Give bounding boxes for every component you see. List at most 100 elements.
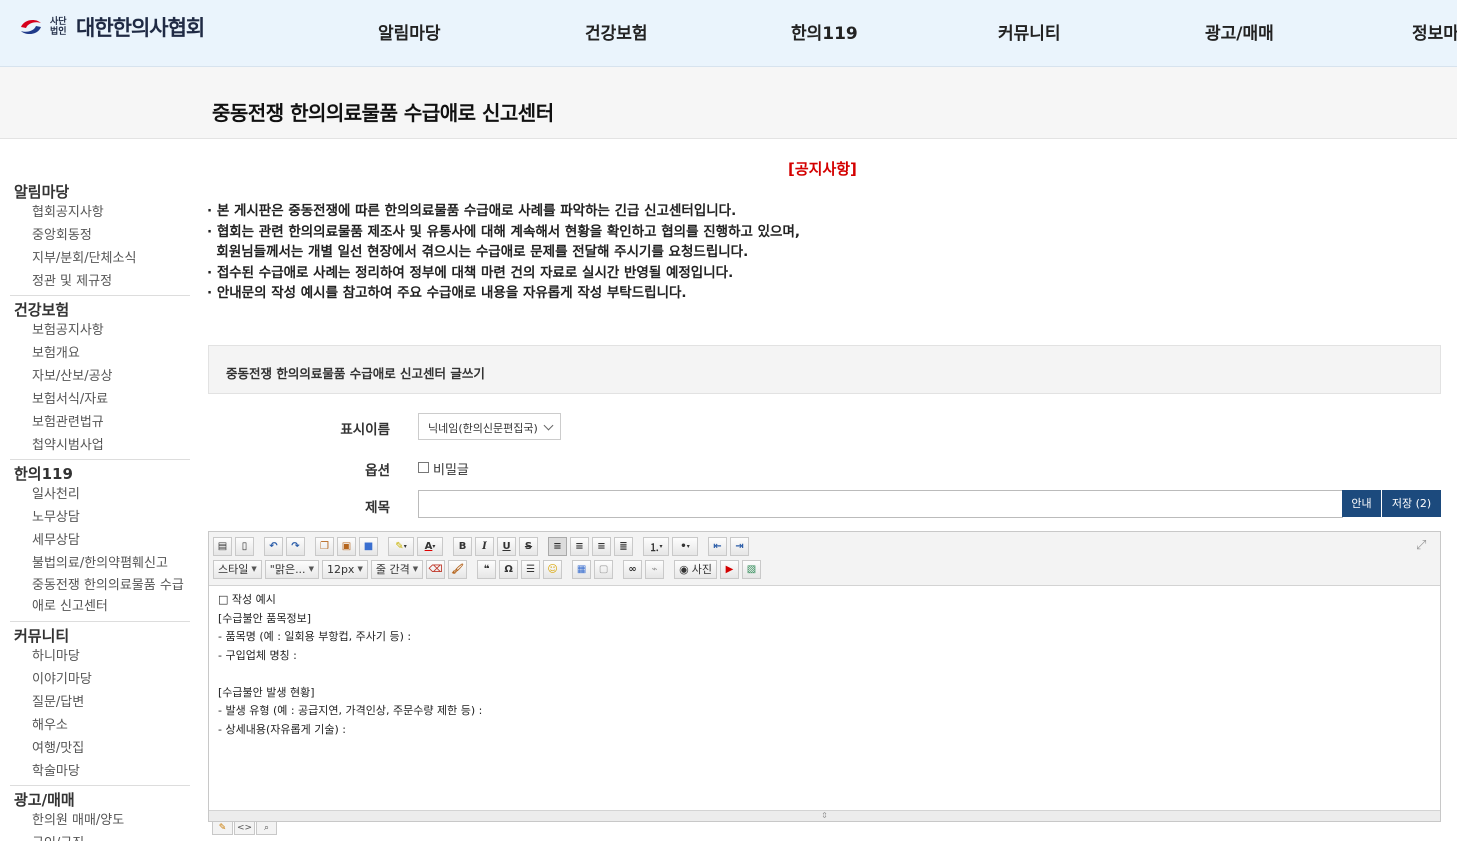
- nav-item-community[interactable]: 커뮤니티: [998, 19, 1061, 44]
- table-icon[interactable]: ▦: [572, 559, 592, 579]
- secret-checkbox[interactable]: [418, 462, 429, 473]
- sidebar-item[interactable]: 여행/맛집: [10, 737, 190, 760]
- sidebar-item[interactable]: 노무상담: [10, 506, 190, 529]
- paste-icon[interactable]: ▣: [337, 536, 356, 556]
- association-logo[interactable]: 사단법인 대한한의사협회: [18, 12, 205, 42]
- format-painter-icon[interactable]: 🖌: [448, 559, 468, 579]
- sidebar-item[interactable]: 보험관련법규: [10, 411, 190, 434]
- copy-icon[interactable]: ❐: [315, 536, 334, 556]
- fullscreen-expand-icon[interactable]: ⤢: [1416, 538, 1430, 553]
- preview-mode-icon[interactable]: ⌕: [256, 821, 277, 835]
- notice-line: · 본 게시판은 중동전쟁에 따른 한의의료물품 수급애로 사례를 파악하는 긴…: [207, 203, 737, 219]
- editor-content[interactable]: □ 작성 예시 [수급불안 품목정보] - 품목명 (예 : 일회용 부항컵, …: [218, 591, 482, 739]
- emoticon-icon[interactable]: ☺: [543, 559, 563, 579]
- blockquote-icon[interactable]: ❝: [477, 559, 497, 579]
- content-line: [218, 665, 482, 684]
- sidebar-group-title[interactable]: 커뮤니티: [10, 622, 190, 645]
- sidebar-item[interactable]: 지부/분회/단체소식: [10, 247, 190, 270]
- sidebar-item[interactable]: 불법의료/한의약폄훼신고: [10, 552, 190, 575]
- strikethrough-icon[interactable]: S: [519, 536, 538, 556]
- secret-checkbox-label[interactable]: 비밀글: [433, 459, 469, 478]
- line-height-dropdown[interactable]: 줄 간격 ▼: [370, 559, 424, 579]
- edit-mode-icon[interactable]: ✎: [212, 821, 233, 835]
- photo-button[interactable]: ◉ 사진: [674, 559, 717, 579]
- unlink-icon[interactable]: ⌁: [645, 559, 665, 579]
- sidebar-group-title[interactable]: 광고/매매: [10, 786, 190, 809]
- print-icon[interactable]: ▤: [213, 536, 232, 556]
- style-dropdown[interactable]: 스타일 ▼: [213, 559, 262, 579]
- sidebar-item[interactable]: 하니마당: [10, 645, 190, 668]
- guide-button[interactable]: 안내: [1342, 490, 1381, 517]
- special-char-icon[interactable]: Ω: [499, 559, 519, 579]
- sidebar-group-title[interactable]: 건강보험: [10, 296, 190, 319]
- subject-input[interactable]: [418, 490, 1343, 518]
- sidebar-item-active[interactable]: 중동전쟁 한의의료물품 수급애로 신고센터: [10, 575, 190, 619]
- sidebar-item[interactable]: 학술마당: [10, 760, 190, 783]
- select-all-icon[interactable]: ■: [359, 536, 378, 556]
- highlight-color-icon[interactable]: ✎ ▾: [388, 536, 414, 556]
- align-center-icon[interactable]: ≡: [570, 536, 589, 556]
- sidebar-item[interactable]: 협회공지사항: [10, 201, 190, 224]
- font-family-dropdown[interactable]: "맑은... ▼: [264, 559, 319, 579]
- sidebar-item[interactable]: 해우소: [10, 714, 190, 737]
- align-left-icon[interactable]: ≡: [548, 536, 567, 556]
- sidebar-item[interactable]: 보험서식/자료: [10, 388, 190, 411]
- page-title: 중동전쟁 한의의료물품 수급애로 신고센터: [212, 101, 554, 125]
- content-line: - 구입업체 명칭 :: [218, 648, 297, 662]
- write-form-header: 중동전쟁 한의의료물품 수급애로 신고센터 글쓰기: [208, 345, 1441, 394]
- sidebar-group-community: 커뮤니티 하니마당 이야기마당 질문/답변 해우소 여행/맛집 학술마당: [10, 622, 190, 786]
- sidebar-group-title[interactable]: 한의119: [10, 460, 190, 483]
- notice-line: · 안내문의 작성 예시를 참고하여 주요 수급애로 내용을 자유롭게 작성 부…: [207, 285, 687, 301]
- sidebar-item[interactable]: 보험공지사항: [10, 319, 190, 342]
- underline-icon[interactable]: U: [497, 536, 516, 556]
- sidebar-item[interactable]: 첩약시범사업: [10, 434, 190, 457]
- notice-title: [공지사항]: [788, 160, 857, 178]
- nav-item-119[interactable]: 한의119: [791, 19, 858, 44]
- italic-icon[interactable]: I: [475, 536, 494, 556]
- sidebar-item[interactable]: 구인/구직: [10, 832, 190, 841]
- content-line: □ 작성 예시: [218, 593, 276, 606]
- text-box-icon[interactable]: ▢: [594, 559, 614, 579]
- link-icon[interactable]: ∞: [623, 559, 643, 579]
- indent-icon[interactable]: ⇥: [730, 536, 749, 556]
- undo-icon[interactable]: ↶: [264, 536, 283, 556]
- ordered-list-icon[interactable]: ⒈ ▾: [643, 536, 669, 556]
- sidebar-item[interactable]: 이야기마당: [10, 668, 190, 691]
- sidebar-item[interactable]: 보험개요: [10, 342, 190, 365]
- new-document-icon[interactable]: ▯: [235, 536, 254, 556]
- font-size-dropdown[interactable]: 12px ▼: [321, 559, 368, 579]
- sidebar-item[interactable]: 세무상담: [10, 529, 190, 552]
- outdent-icon[interactable]: ⇤: [708, 536, 727, 556]
- align-right-icon[interactable]: ≡: [592, 536, 611, 556]
- save-button[interactable]: 저장 (2): [1382, 490, 1441, 517]
- clear-format-icon[interactable]: ⌫: [426, 559, 446, 579]
- association-emblem-icon: [21, 19, 41, 35]
- horizontal-rule-icon[interactable]: ☰: [521, 559, 541, 579]
- sidebar-item[interactable]: 자보/산보/공상: [10, 365, 190, 388]
- align-justify-icon[interactable]: ≣: [614, 536, 633, 556]
- font-color-icon[interactable]: A ▾: [417, 536, 443, 556]
- display-name-select[interactable]: 닉네임(한의신문편집국): [418, 413, 561, 440]
- redo-icon[interactable]: ↷: [286, 536, 305, 556]
- sidebar-item[interactable]: 정관 및 제규정: [10, 270, 190, 293]
- display-name-value: 닉네임(한의신문편집국): [428, 422, 538, 435]
- notice-line: · 협회는 관련 한의의료물품 제조사 및 유통사에 대해 계속해서 현황을 확…: [207, 223, 800, 240]
- unordered-list-icon[interactable]: • ▾: [672, 536, 698, 556]
- sidebar-item[interactable]: 한의원 매매/양도: [10, 809, 190, 832]
- logo-name: 대한한의사협회: [76, 16, 205, 40]
- nav-item-health-insurance[interactable]: 건강보험: [585, 19, 648, 44]
- image-icon[interactable]: ▧: [741, 559, 761, 579]
- sidebar-item[interactable]: 질문/답변: [10, 691, 190, 714]
- sidebar-group-title[interactable]: 알림마당: [10, 178, 190, 201]
- rich-text-editor: ▤ ▯ ↶ ↷ ❐ ▣ ■ ✎ ▾ A ▾ B I U S ≡ ≡ ≡ ≣ ⒈ ▾ •…: [208, 531, 1441, 822]
- sidebar-item[interactable]: 일사천리: [10, 483, 190, 506]
- nav-item-ads-trade[interactable]: 광고/매매: [1205, 19, 1274, 44]
- editor-mode-tabs: ✎ <> ⌕: [212, 821, 277, 835]
- nav-item-notice[interactable]: 알림마당: [378, 19, 441, 44]
- nav-item-info[interactable]: 정보마: [1412, 19, 1457, 44]
- video-icon[interactable]: ▶: [719, 559, 739, 579]
- sidebar-item[interactable]: 중앙회동정: [10, 224, 190, 247]
- html-mode-icon[interactable]: <>: [234, 821, 255, 835]
- editor-resize-handle[interactable]: ⇕: [209, 810, 1440, 821]
- bold-icon[interactable]: B: [453, 536, 472, 556]
